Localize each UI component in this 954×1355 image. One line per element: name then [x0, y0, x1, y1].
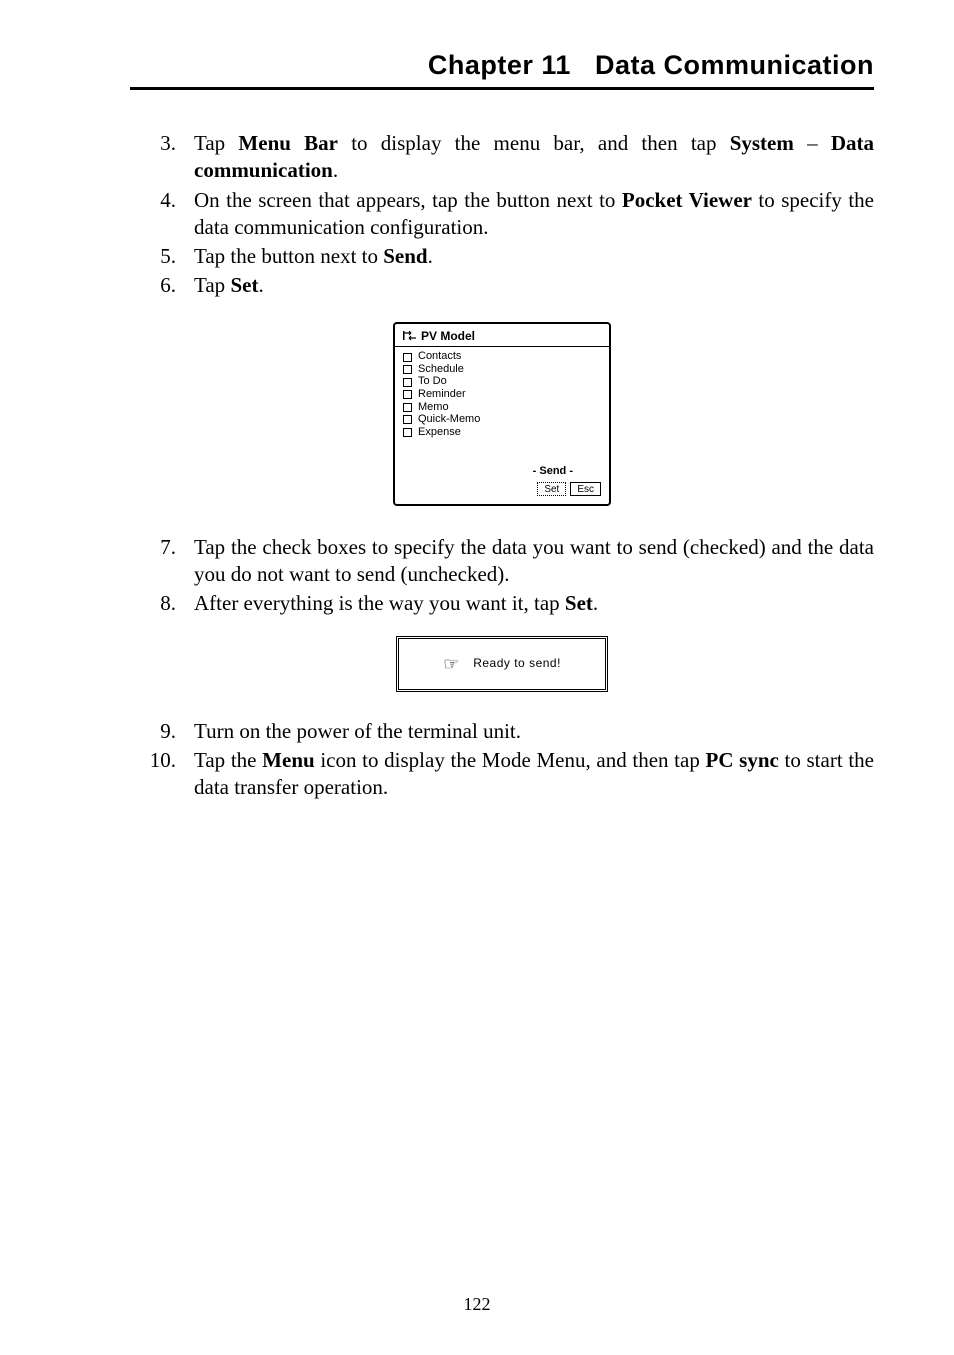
step-body: Turn on the power of the terminal unit. — [194, 718, 874, 745]
option-label: To Do — [418, 376, 447, 388]
step-number: 6. — [130, 272, 194, 299]
option-todo[interactable]: To Do — [403, 376, 601, 388]
chapter-number: Chapter 11 — [428, 50, 571, 80]
step-number: 3. — [130, 130, 194, 185]
option-label: Memo — [418, 402, 449, 414]
button-row: Set Esc — [403, 482, 601, 496]
option-label: Reminder — [418, 389, 466, 401]
step-body: Tap Menu Bar to display the menu bar, an… — [194, 130, 874, 185]
step-number: 10. — [130, 747, 194, 802]
set-button[interactable]: Set — [537, 482, 566, 496]
option-reminder[interactable]: Reminder — [403, 389, 601, 401]
step-body: Tap Set. — [194, 272, 874, 299]
screen-title: PV Model — [421, 330, 475, 343]
step-9: 9. Turn on the power of the terminal uni… — [130, 718, 874, 745]
esc-button[interactable]: Esc — [570, 482, 601, 496]
step-8: 8. After everything is the way you want … — [130, 590, 874, 617]
step-10: 10. Tap the Menu icon to display the Mod… — [130, 747, 874, 802]
device-screen-pv-model: PV Model Contacts Schedule To Do — [393, 322, 611, 506]
divider — [395, 346, 609, 347]
option-label: Quick-Memo — [418, 414, 480, 426]
option-label: Contacts — [418, 351, 461, 363]
screen-title-row: PV Model — [403, 330, 601, 343]
step-number: 8. — [130, 590, 194, 617]
checkbox-icon[interactable] — [403, 378, 412, 387]
instructions-list: 3. Tap Menu Bar to display the menu bar,… — [130, 130, 874, 802]
option-label: Expense — [418, 427, 461, 439]
step-body: Tap the Menu icon to display the Mode Me… — [194, 747, 874, 802]
chapter-header: Chapter 11 Data Communication — [130, 50, 874, 90]
option-expense[interactable]: Expense — [403, 427, 601, 439]
option-label: Schedule — [418, 364, 464, 376]
step-body: On the screen that appears, tap the butt… — [194, 187, 874, 242]
step-number: 4. — [130, 187, 194, 242]
chapter-title: Data Communication — [595, 50, 874, 80]
transfer-arrows-icon — [403, 331, 417, 341]
option-contacts[interactable]: Contacts — [403, 351, 601, 363]
option-quickmemo[interactable]: Quick-Memo — [403, 414, 601, 426]
step-5: 5. Tap the button next to Send. — [130, 243, 874, 270]
option-memo[interactable]: Memo — [403, 402, 601, 414]
step-7: 7. Tap the check boxes to specify the da… — [130, 534, 874, 589]
checkbox-icon[interactable] — [403, 390, 412, 399]
options-list: Contacts Schedule To Do Reminder Memo — [403, 351, 601, 438]
checkbox-icon[interactable] — [403, 353, 412, 362]
option-schedule[interactable]: Schedule — [403, 364, 601, 376]
step-number: 7. — [130, 534, 194, 589]
mode-label: - Send - — [403, 466, 601, 478]
ready-message: Ready to send! — [473, 656, 561, 672]
step-6: 6. Tap Set. — [130, 272, 874, 299]
checkbox-icon[interactable] — [403, 403, 412, 412]
checkbox-icon[interactable] — [403, 365, 412, 374]
pointing-hand-icon: ☞ — [443, 655, 459, 673]
step-3: 3. Tap Menu Bar to display the menu bar,… — [130, 130, 874, 185]
checkbox-icon[interactable] — [403, 415, 412, 424]
step-body: Tap the button next to Send. — [194, 243, 874, 270]
step-4: 4. On the screen that appears, tap the b… — [130, 187, 874, 242]
page-number: 122 — [0, 1294, 954, 1315]
device-screen-ready: ☞ Ready to send! — [396, 636, 608, 692]
checkbox-icon[interactable] — [403, 428, 412, 437]
step-body: After everything is the way you want it,… — [194, 590, 874, 617]
step-body: Tap the check boxes to specify the data … — [194, 534, 874, 589]
step-number: 9. — [130, 718, 194, 745]
step-number: 5. — [130, 243, 194, 270]
